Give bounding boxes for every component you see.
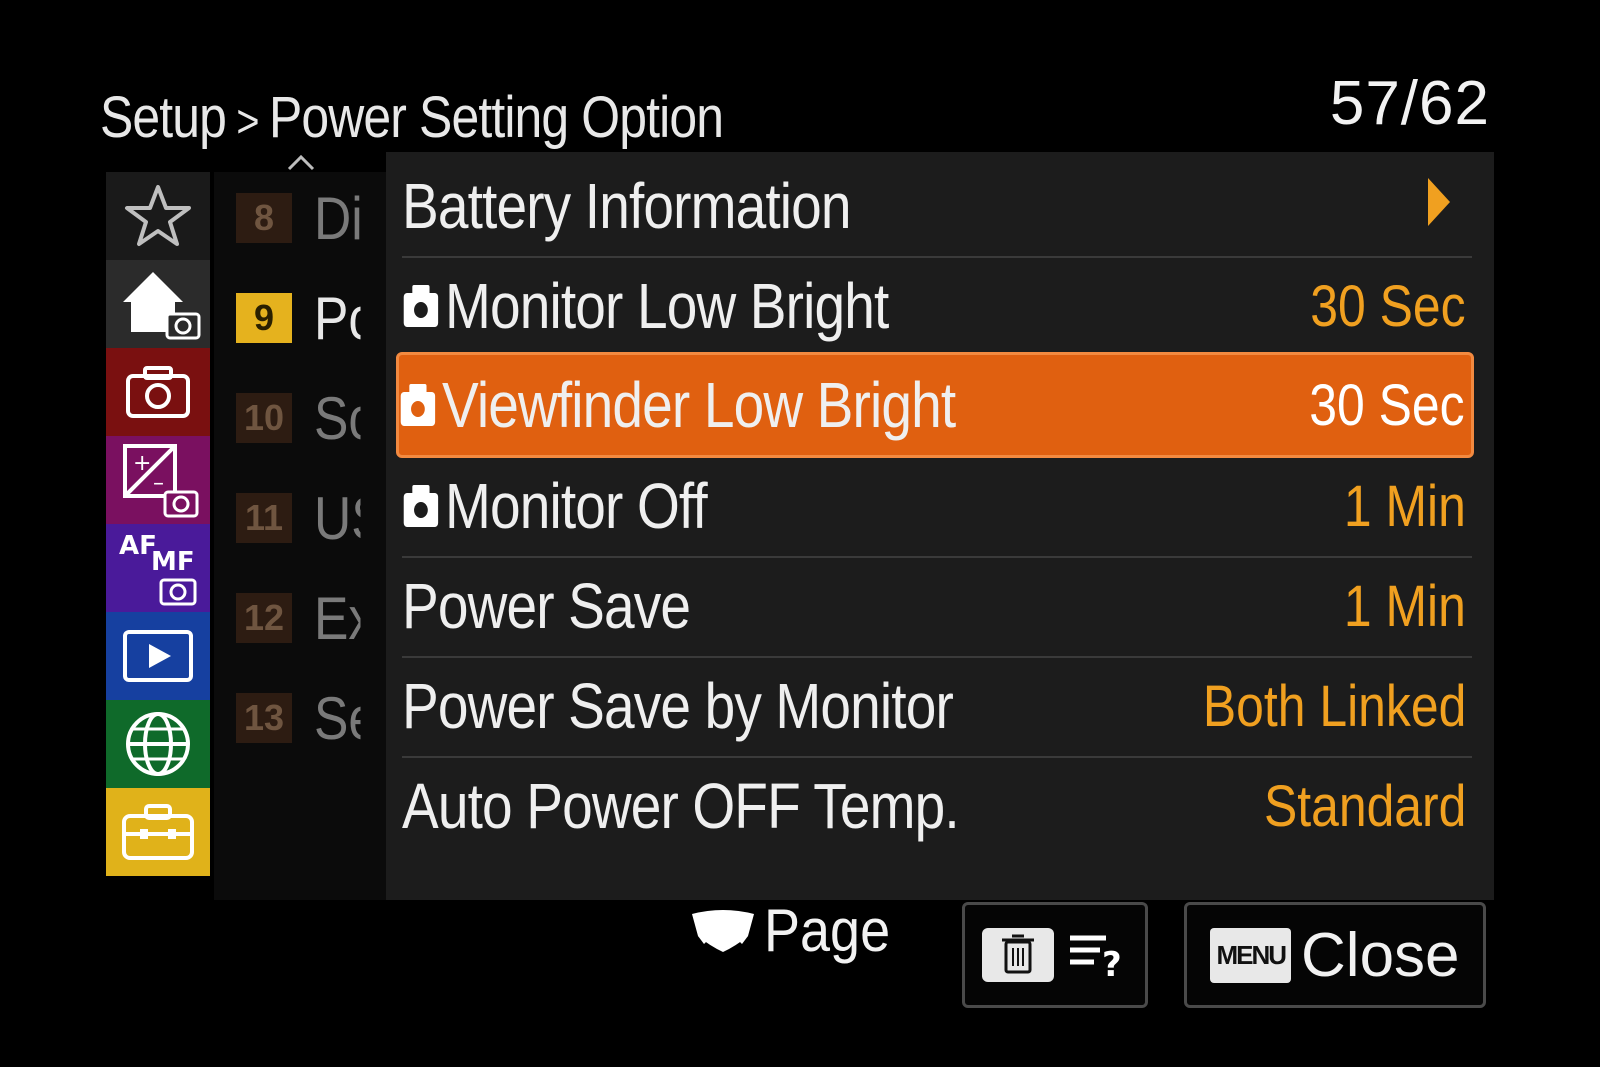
page-number: 12: [236, 593, 292, 643]
camera-icon: [126, 366, 190, 418]
svg-text:–: –: [153, 471, 164, 496]
tab-shooting[interactable]: [106, 348, 210, 436]
menu-item-viewfinder-low-bright[interactable]: Viewfinder Low Bright 30 Sec: [396, 352, 1474, 458]
page-number: 10: [236, 393, 292, 443]
tab-network[interactable]: [106, 700, 210, 788]
close-button[interactable]: MENU Close: [1184, 902, 1486, 1008]
svg-text:+: +: [133, 451, 151, 476]
page-title: Power Setting Option: [268, 85, 724, 150]
help-guide-icon: ?: [1070, 935, 1122, 982]
menu-item-label: Auto Power OFF Temp.: [402, 770, 960, 842]
globe-icon: [126, 712, 190, 776]
menu-item-power-save-by-monitor[interactable]: Power Save by Monitor Both Linked: [402, 656, 1472, 758]
menu-item-label: Power Save by Monitor: [402, 670, 954, 742]
menu-item-value: 30 Sec: [1310, 273, 1466, 339]
tab-setup[interactable]: [106, 788, 210, 876]
menu-item-value: 1 Min: [1344, 573, 1466, 639]
page-label: Page: [764, 897, 891, 964]
menu-item-value: Both Linked: [1202, 673, 1466, 739]
menu-key-icon: MENU: [1210, 927, 1292, 983]
scroll-up-icon[interactable]: [286, 152, 316, 172]
tab-exposure-color[interactable]: + –: [106, 436, 210, 524]
page-item-8[interactable]: 8 Di: [236, 185, 368, 252]
page-label: Pc: [314, 284, 360, 352]
page-number: 13: [236, 693, 292, 743]
menu-item-label: Battery Information: [402, 170, 852, 242]
menu-item-monitor-low-bright[interactable]: Monitor Low Bright 30 Sec: [402, 256, 1472, 358]
breadcrumb: Setup > Power Setting Option: [100, 84, 724, 151]
page-item-13[interactable]: 13 Se: [236, 685, 368, 752]
menu-item-label: Power Save: [402, 570, 691, 642]
page-number: 9: [236, 293, 292, 343]
breadcrumb-root: Setup: [100, 85, 227, 150]
tab-favorites[interactable]: [106, 172, 210, 260]
page-item-9[interactable]: 9 Pc: [236, 285, 368, 352]
camera-mode-icon: [400, 384, 436, 426]
page-navigation-hint[interactable]: Page: [690, 896, 904, 965]
svg-text:?: ?: [1102, 945, 1122, 982]
star-icon: [125, 185, 191, 246]
menu-item-auto-power-off-temp[interactable]: Auto Power OFF Temp. Standard: [402, 756, 1472, 856]
page-list: 8 Di 9 Pc 10 Sc 11 US 12 Ex 13 Se: [214, 172, 386, 900]
delete-help-button[interactable]: ?: [962, 902, 1148, 1008]
category-tabs: + – AF MF: [106, 172, 210, 876]
menu-item-monitor-off[interactable]: Monitor Off 1 Min: [402, 456, 1472, 558]
camera-mode-icon: [403, 285, 439, 327]
menu-item-power-save[interactable]: Power Save 1 Min: [402, 556, 1472, 658]
menu-item-value: 1 Min: [1344, 473, 1466, 539]
page-item-11[interactable]: 11 US: [236, 485, 368, 552]
page-label: US: [314, 484, 360, 552]
control-wheel-icon: [692, 909, 754, 952]
page-number: 8: [236, 193, 292, 243]
menu-item-battery-information[interactable]: Battery Information: [402, 156, 1472, 258]
close-label: Close: [1301, 920, 1460, 990]
toolbox-icon: [122, 804, 194, 860]
svg-text:MF: MF: [151, 547, 195, 577]
trash-icon: [982, 928, 1054, 982]
submenu-arrow-icon: [1428, 178, 1450, 226]
page-item-12[interactable]: 12 Ex: [236, 585, 368, 652]
menu-item-label: Monitor Off: [445, 470, 708, 542]
playback-icon: [123, 630, 193, 682]
menu-item-label: Monitor Low Bright: [445, 270, 889, 342]
page-label: Sc: [314, 384, 360, 452]
menu-item-value: Standard: [1263, 773, 1466, 839]
page-item-10[interactable]: 10 Sc: [236, 385, 368, 452]
page-label: Ex: [314, 584, 360, 652]
exposure-camera-icon: + –: [123, 444, 199, 518]
page-number: 11: [236, 493, 292, 543]
af-mf-icon: AF MF: [119, 531, 197, 606]
menu-item-label: Viewfinder Low Bright: [442, 369, 956, 441]
menu-item-value: 30 Sec: [1309, 372, 1465, 438]
tab-main[interactable]: [106, 260, 210, 348]
page-label: Di: [314, 184, 361, 252]
page-label: Se: [314, 684, 360, 752]
menu-list: Battery Information Monitor Low Bright 3…: [386, 152, 1494, 900]
page-counter: 57/62: [1329, 69, 1490, 138]
home-camera-icon: [123, 272, 201, 340]
camera-mode-icon: [403, 485, 439, 527]
breadcrumb-separator: >: [236, 95, 259, 147]
tab-focus[interactable]: AF MF: [106, 524, 210, 612]
tab-playback[interactable]: [106, 612, 210, 700]
